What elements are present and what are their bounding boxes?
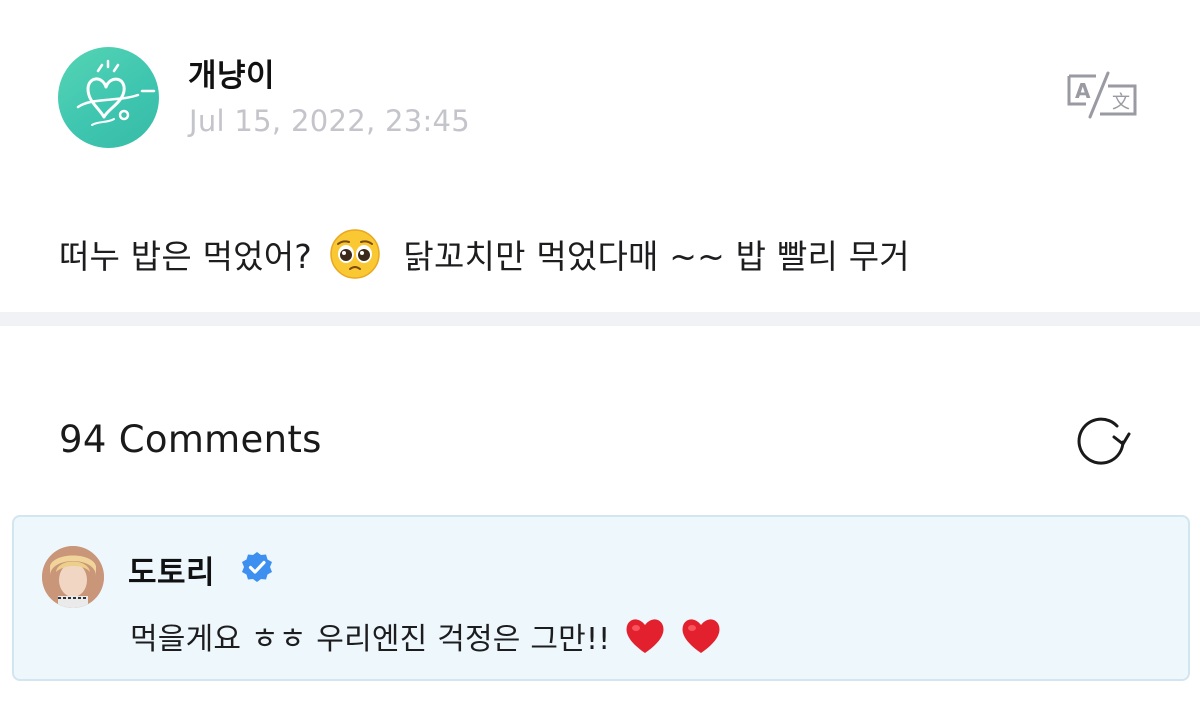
post-body-text-start: 떠누 밥은 먹었어? [59,237,313,276]
post-body: 떠누 밥은 먹었어? 닭꼬치만 먹었다매 ~~ 밥 빨리 무거 [59,228,910,280]
red-heart-emoji [626,619,664,653]
svg-text:A: A [1075,79,1091,103]
commenter-name[interactable]: 도토리 [128,547,215,592]
author-name[interactable]: 개냥이 [188,50,275,95]
commenter-avatar[interactable] [42,546,104,608]
logo-doodle-icon [76,59,156,126]
author-avatar[interactable] [58,47,159,148]
section-divider [0,312,1200,326]
post-body-text-end: 닭꼬치만 먹었다매 ~~ 밥 빨리 무거 [403,237,910,276]
pleading-face-emoji [329,229,380,279]
verified-badge-icon [242,552,272,582]
red-heart-emoji [682,619,720,653]
post-date: Jul 15, 2022, 23:45 [189,104,471,138]
comment-item: 도토리 먹을게요 ㅎㅎ 우리엔진 걱정은 그만!! [12,515,1190,681]
refresh-icon[interactable] [1070,412,1132,470]
svg-text:文: 文 [1112,92,1130,113]
comment-text: 먹을게요 ㅎㅎ 우리엔진 걱정은 그만!! [130,614,722,658]
translate-icon[interactable]: A 文 [1066,70,1138,120]
comments-count: 94 Comments [59,418,322,461]
post-header: 개냥이 Jul 15, 2022, 23:45 A 文 [0,0,1200,190]
comment-text-content: 먹을게요 ㅎㅎ 우리엔진 걱정은 그만!! [130,622,611,657]
